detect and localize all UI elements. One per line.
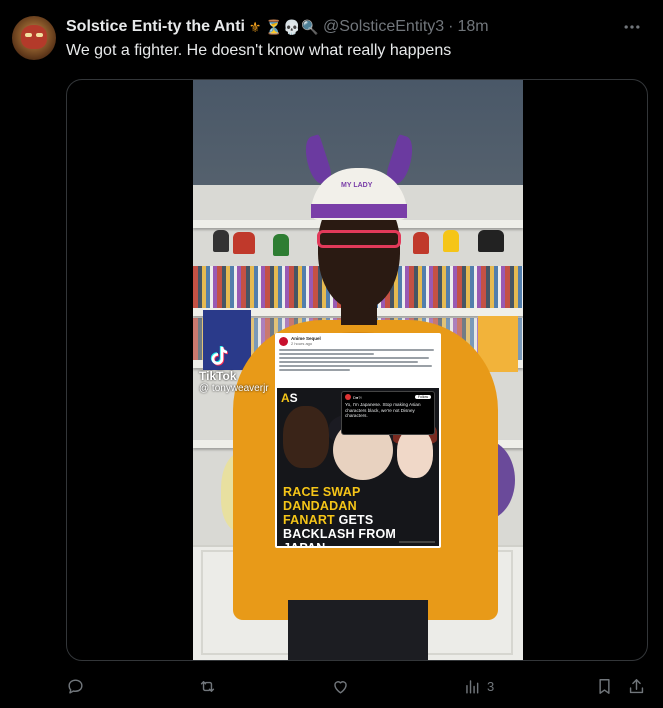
repost-button[interactable] bbox=[198, 674, 222, 698]
card-header: Anime Sequel 2 hours ago bbox=[279, 336, 321, 346]
fleur-de-lis-emoji: ⚜ bbox=[248, 19, 262, 35]
figure bbox=[478, 230, 504, 252]
avatar-eye-left bbox=[25, 33, 32, 37]
reply-button[interactable] bbox=[66, 674, 90, 698]
news-card: Anime Sequel 2 hours ago AS D●?! Follow … bbox=[275, 333, 441, 548]
headline-line-2a: FANART bbox=[283, 513, 335, 527]
post-header: Solstice Enti-ty the Anti ⚜ ⏳ 💀 🔍 @Solst… bbox=[66, 16, 489, 38]
glasses bbox=[317, 230, 401, 248]
anime-character bbox=[283, 406, 329, 468]
bookmark-icon bbox=[599, 678, 610, 694]
repost-icon bbox=[200, 680, 215, 692]
headline-line-3: BACKLASH FROM JAPAN bbox=[283, 527, 397, 546]
card-brand-s: S bbox=[289, 391, 298, 405]
like-icon bbox=[334, 680, 347, 694]
avatar[interactable] bbox=[12, 16, 56, 60]
figure bbox=[213, 230, 229, 252]
quoted-follow-button: Follow bbox=[414, 395, 431, 399]
share-button[interactable] bbox=[627, 674, 646, 698]
separator-dot: · bbox=[448, 18, 454, 35]
display-name[interactable]: Solstice Enti-ty the Anti bbox=[66, 18, 245, 36]
video-frame[interactable]: MY LADY TikTok @ tonyweaverjr Anime Sequ… bbox=[193, 80, 523, 660]
headline-line-2b: GETS bbox=[334, 513, 374, 527]
avatar-mask bbox=[21, 25, 47, 49]
card-source-avatar bbox=[279, 336, 288, 346]
card-headline: RACE SWAP DANDADAN FANART GETS BACKLASH … bbox=[283, 485, 433, 546]
like-button[interactable] bbox=[331, 674, 355, 698]
post: Solstice Enti-ty the Anti ⚜ ⏳ 💀 🔍 @Solst… bbox=[0, 0, 663, 708]
figure bbox=[233, 232, 255, 254]
cap-text: MY LADY bbox=[341, 182, 373, 189]
more-icon bbox=[624, 25, 640, 29]
user-handle[interactable]: @SolsticeEntity3 bbox=[323, 18, 444, 36]
quoted-text: Yo, I'm Japanese. Stop making Asian char… bbox=[345, 402, 421, 419]
skull-emoji: 💀 bbox=[282, 19, 301, 35]
card-footer bbox=[399, 541, 435, 543]
bookmark-button[interactable] bbox=[595, 674, 614, 698]
card-source: Anime Sequel 2 hours ago bbox=[291, 336, 321, 346]
views-button[interactable]: 3 bbox=[463, 674, 494, 698]
reply-icon bbox=[68, 678, 83, 694]
card-source-meta: 2 hours ago bbox=[291, 341, 313, 346]
figure bbox=[273, 234, 289, 256]
action-bar: 3 bbox=[66, 674, 648, 698]
figure bbox=[443, 230, 459, 252]
media-container[interactable]: MY LADY TikTok @ tonyweaverjr Anime Sequ… bbox=[66, 79, 648, 661]
magnifier-emoji: 🔍 bbox=[300, 19, 319, 35]
card-brand-logo: AS bbox=[281, 391, 298, 405]
quoted-name: D●?! bbox=[353, 394, 362, 400]
post-text: We got a fighter. He doesn't know what r… bbox=[66, 42, 452, 59]
avatar-eye-right bbox=[36, 33, 43, 37]
views-count: 3 bbox=[487, 678, 495, 694]
tiktok-icon bbox=[210, 346, 228, 366]
figure bbox=[413, 232, 429, 254]
pants bbox=[288, 600, 428, 660]
quoted-avatar bbox=[345, 394, 351, 400]
share-icon bbox=[629, 678, 644, 693]
post-time[interactable]: 18m bbox=[458, 18, 489, 36]
anime-character bbox=[397, 428, 433, 478]
quoted-post: D●?! Follow Yo, I'm Japanese. Stop makin… bbox=[341, 391, 435, 435]
more-options-button[interactable] bbox=[618, 16, 646, 38]
card-body-text bbox=[279, 349, 437, 373]
views-icon bbox=[466, 679, 479, 694]
card-image: AS D●?! Follow Yo, I'm Japanese. Stop ma… bbox=[277, 388, 439, 546]
cap-band bbox=[311, 204, 407, 218]
card-brand-a: A bbox=[281, 391, 290, 405]
headline-line-1: RACE SWAP DANDADAN bbox=[283, 485, 361, 513]
hourglass-emoji: ⏳ bbox=[264, 19, 283, 35]
